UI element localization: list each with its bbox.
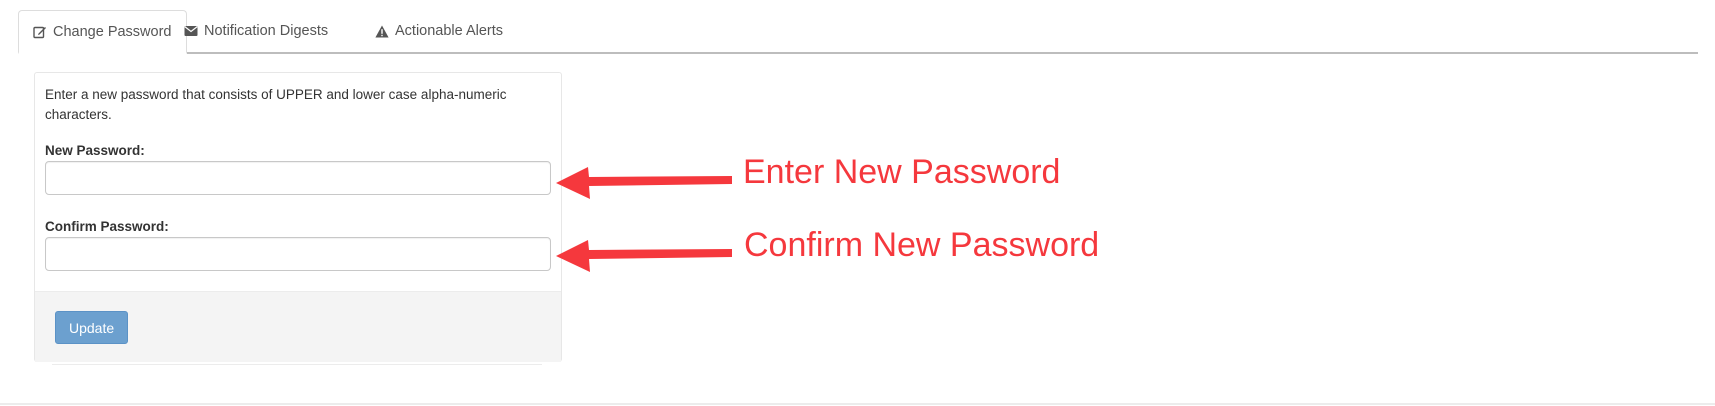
- update-button[interactable]: Update: [55, 311, 129, 344]
- envelope-icon: [184, 25, 198, 37]
- confirm-password-input[interactable]: [45, 237, 551, 271]
- warning-icon: [375, 25, 389, 38]
- tab-actionable-alerts[interactable]: Actionable Alerts: [375, 10, 503, 52]
- page: Change Password Notification Digests Act…: [0, 0, 1715, 406]
- annotation-confirm-new-password: Confirm New Password: [744, 226, 1100, 264]
- panel-footer: Update: [35, 291, 561, 362]
- new-password-input[interactable]: [45, 161, 551, 195]
- arrow-confirm-password: [556, 240, 732, 272]
- panel-shadow-line: [52, 364, 542, 365]
- password-instructions: Enter a new password that consists of UP…: [45, 87, 507, 122]
- annotation-enter-new-password: Enter New Password: [743, 153, 1061, 191]
- tab-label: Actionable Alerts: [395, 23, 504, 39]
- arrow-new-password: [556, 167, 732, 199]
- tab-label: Change Password: [53, 23, 172, 40]
- edit-icon: [33, 25, 47, 39]
- tab-label: Notification Digests: [204, 23, 329, 39]
- tab-bar: Change Password Notification Digests Act…: [18, 10, 1698, 54]
- change-password-panel: Enter a new password that consists of UP…: [34, 72, 562, 362]
- new-password-label: New Password:: [45, 143, 145, 158]
- tab-notification-digests[interactable]: Notification Digests: [184, 10, 328, 52]
- tab-change-password[interactable]: Change Password: [18, 10, 187, 54]
- bottom-divider: [0, 403, 1715, 405]
- confirm-password-label: Confirm Password:: [45, 219, 169, 234]
